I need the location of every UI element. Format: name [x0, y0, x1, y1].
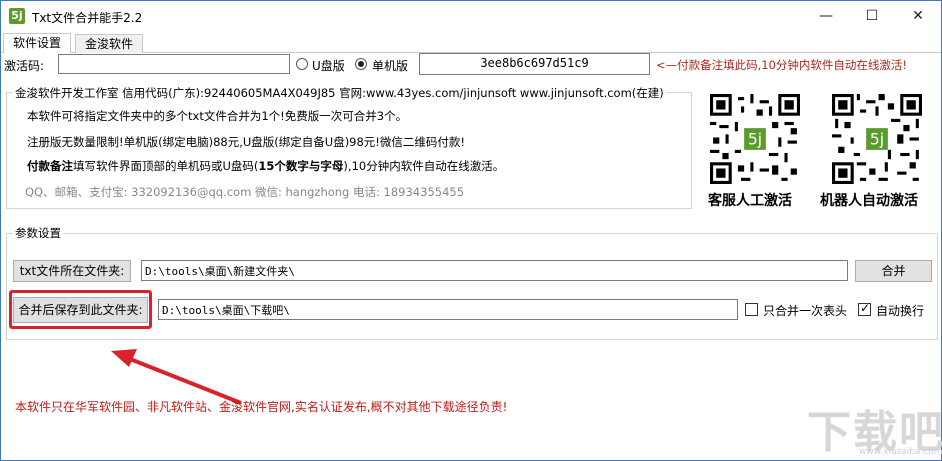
merge-button[interactable]: 合并	[855, 260, 932, 282]
tab-software-settings[interactable]: 软件设置	[3, 33, 72, 53]
qr-caption-manual: 客服人工激活	[708, 193, 792, 209]
header-once-label: 只合并一次表头	[763, 304, 848, 318]
minimize-button[interactable]: —	[803, 1, 849, 32]
auto-newline-label: 自动换行	[876, 304, 925, 318]
tab-jinjun-software[interactable]: 金浚软件	[75, 34, 144, 53]
header-once-checkbox[interactable]	[745, 303, 758, 316]
machine-code-field[interactable]: 3ee8b6c697d51c9	[419, 53, 650, 75]
activation-code-label: 激活码:	[4, 59, 45, 73]
watermark-url: www.xiazaiba.com	[859, 447, 942, 457]
maximize-button[interactable]: ☐	[849, 1, 895, 32]
activation-code-input[interactable]	[58, 54, 290, 74]
payment-note-end: ),10分钟内软件自动在线激活。	[343, 159, 505, 173]
standalone-version-radio[interactable]	[355, 58, 367, 70]
standalone-version-label: 单机版	[372, 59, 409, 73]
highlight-box	[9, 290, 152, 329]
save-folder-path[interactable]: D:\tools\桌面\下载吧\	[158, 299, 738, 320]
code-length-bold: 15个数字与字母	[258, 159, 344, 173]
usb-version-radio[interactable]	[296, 58, 308, 70]
close-button[interactable]: ✕	[895, 1, 941, 32]
auto-newline-checkbox[interactable]	[858, 301, 871, 316]
usb-version-label: U盘版	[312, 59, 345, 73]
svg-text:5j: 5j	[870, 130, 884, 148]
distribution-notice: 本软件只在华军软件园、非凡软件站、金浚软件官网,实名认证发布,概不对其他下载途径…	[15, 400, 508, 414]
payment-note-text: 填写软件界面顶部的单机码或U盘码(	[73, 159, 259, 173]
qr-code-icon: 5j	[710, 94, 800, 184]
info-line-2: 注册版无数量限制!单机版(绑定电脑)88元,U盘版(绑定自备U盘)98元!微信二…	[27, 135, 466, 149]
payment-note-bold: 付款备注	[27, 159, 73, 173]
qr-code-icon: 5j	[832, 94, 922, 184]
company-info-title: 金浚软件开发工作室 信用代码(广东):92440605MA4X049J85 官网…	[13, 85, 666, 101]
qr-caption-robot: 机器人自动激活	[820, 193, 918, 209]
window-title: Txt文件合并能手2.2	[32, 11, 143, 25]
params-title: 参数设置	[13, 225, 63, 241]
app-window: 5j Txt文件合并能手2.2 — ☐ ✕ 软件设置 金浚软件 激活码: U盘版…	[0, 0, 942, 461]
info-line-1: 本软件可将指定文件夹中的多个txt文件合并为1个!免费版一次可合并3个。	[27, 109, 408, 123]
tab-strip: 软件设置 金浚软件	[1, 32, 941, 53]
source-folder-path[interactable]: D:\tools\桌面\新建文件夹\	[141, 260, 848, 281]
source-folder-button[interactable]: txt文件所在文件夹:	[13, 260, 131, 282]
title-bar: 5j Txt文件合并能手2.2 — ☐ ✕	[1, 1, 941, 32]
svg-text:5j: 5j	[748, 130, 762, 148]
app-logo-icon: 5j	[9, 8, 25, 24]
info-line-3: 付款备注填写软件界面顶部的单机码或U盘码(15个数字与字母),10分钟内软件自动…	[27, 158, 504, 174]
activation-hint: <—付款备注填此码,10分钟内软件自动在线激活!	[656, 58, 908, 72]
contact-line: QQ、邮箱、支付宝: 332092136@qq.com 微信: hangzhon…	[25, 185, 465, 199]
